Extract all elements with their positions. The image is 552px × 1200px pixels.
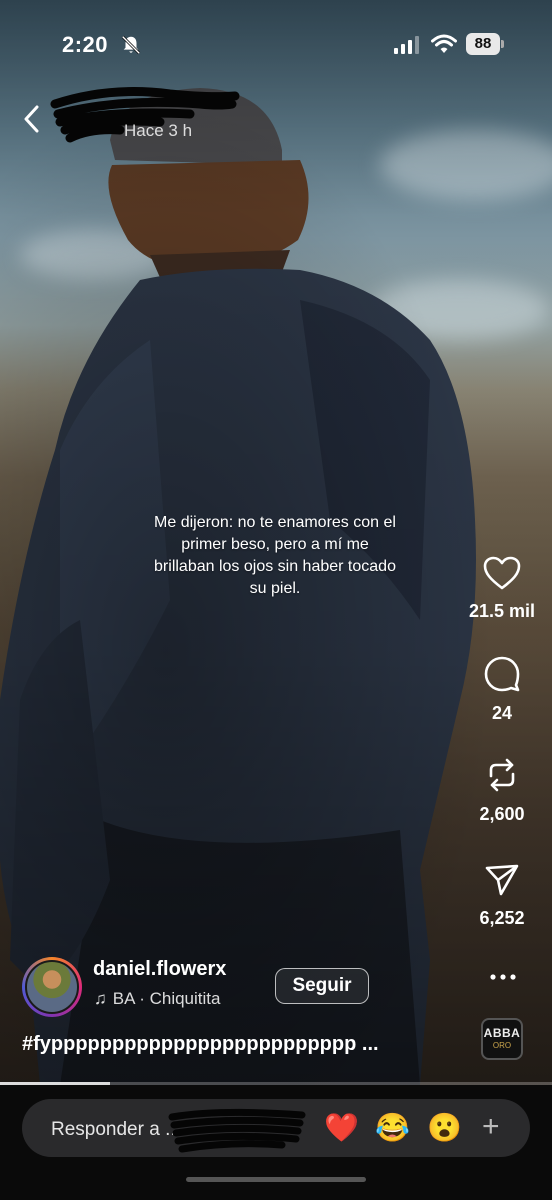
comment-count: 24	[491, 703, 513, 723]
heart-icon	[483, 556, 521, 590]
cloud	[370, 280, 550, 340]
reel-screen: 2:20 88 Hace 3 h Me dijeron: no te enamo…	[0, 0, 552, 1200]
post-hashtags[interactable]: #fyppppppppppppppppppppppppp ...	[22, 1033, 442, 1056]
author-username[interactable]: daniel.flowerx	[93, 958, 226, 981]
comment-icon	[484, 656, 520, 692]
author-avatar[interactable]	[22, 957, 82, 1017]
cloud	[380, 130, 552, 200]
bell-slash-icon	[121, 35, 141, 55]
reply-input[interactable]: Responder a ... ❤️ 😂 😮 +	[22, 1099, 530, 1157]
redacted-reply-target	[168, 1108, 306, 1153]
overlay-caption: Me dijeron: no te enamores con el primer…	[154, 514, 396, 597]
repost-button[interactable]: 2,600	[457, 756, 547, 825]
repost-icon	[489, 758, 515, 792]
album-subtitle: ORO	[492, 1041, 512, 1050]
chevron-left-icon[interactable]	[20, 104, 44, 134]
emoji-surprised[interactable]: 😮	[427, 1113, 462, 1143]
battery-level: 88	[466, 33, 500, 55]
cloud	[20, 230, 170, 280]
share-button[interactable]: 6,252	[457, 862, 547, 929]
comment-button[interactable]: 24	[457, 655, 547, 724]
battery-icon: 88	[466, 33, 504, 55]
home-indicator	[186, 1177, 366, 1182]
music-title: BA · Chiquitita	[112, 989, 221, 1008]
emoji-laughing[interactable]: 😂	[375, 1113, 410, 1143]
signal-icon	[394, 36, 419, 54]
share-count: 6,252	[479, 908, 525, 928]
post-time: Hace 3 h	[124, 121, 193, 140]
wifi-icon	[431, 34, 457, 53]
send-icon	[485, 864, 519, 896]
album-cover[interactable]: ABBA ORO	[481, 1018, 523, 1060]
add-reaction-button[interactable]: +	[482, 1111, 500, 1143]
music-info[interactable]: ♫ BA · Chiquitita	[94, 989, 220, 1009]
follow-button[interactable]: Seguir	[275, 968, 369, 1004]
reply-bar: Responder a ... ❤️ 😂 😮 +	[0, 1085, 552, 1200]
status-bar: 2:20 88	[0, 0, 552, 86]
emoji-heart[interactable]: ❤️	[324, 1113, 359, 1143]
more-horizontal-icon[interactable]	[486, 972, 520, 982]
like-count: 21.5 mil	[468, 601, 536, 621]
repost-count: 2,600	[479, 804, 525, 824]
album-title: ABBA	[483, 1026, 521, 1040]
status-time: 2:20	[62, 32, 109, 57]
avatar-image	[25, 960, 79, 1014]
like-button[interactable]: 21.5 mil	[457, 555, 547, 622]
music-note-icon: ♫	[94, 989, 107, 1008]
